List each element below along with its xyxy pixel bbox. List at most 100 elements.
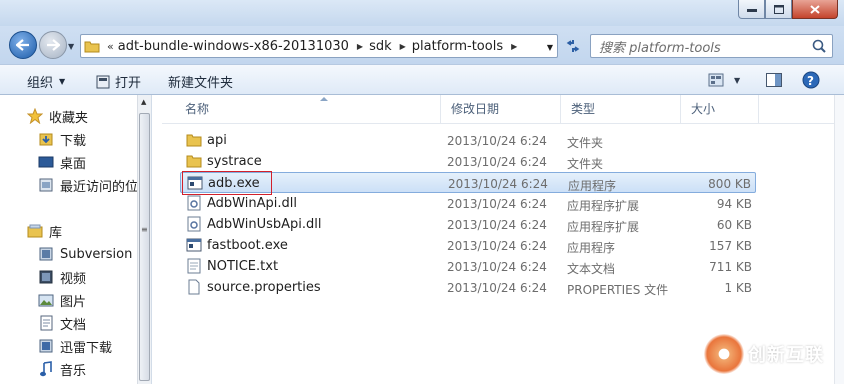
nav-item-pictures[interactable]: 图片 — [37, 289, 86, 311]
nav-item-documents[interactable]: 文档 — [37, 312, 86, 334]
downloads-folder-icon — [37, 130, 55, 148]
nav-item-desktop[interactable]: 桌面 — [37, 151, 86, 173]
nav-label: 音乐 — [60, 363, 87, 379]
address-bar[interactable]: « adt-bundle-windows-x86-20131030 ▶ sdk … — [80, 34, 558, 58]
search-placeholder: 搜索 platform-tools — [599, 40, 721, 56]
file-list-scrollbar[interactable] — [834, 95, 844, 384]
desktop-icon — [37, 153, 55, 171]
minimize-icon — [746, 9, 757, 12]
document-library-icon — [37, 314, 55, 332]
file-row-selected[interactable]: adb.exe 2013/10/24 6:24 应用程序 800 KB — [180, 171, 756, 195]
navigation-bar: ▼ « adt-bundle-windows-x86-20131030 ▶ sd… — [0, 26, 844, 64]
file-type: 应用程序扩展 — [567, 220, 640, 234]
nav-label: Subversion — [60, 246, 133, 262]
navigation-pane: 收藏夹 下载 桌面 最近访问的位置 库 Subversion 视频 图片 文档 … — [0, 95, 152, 384]
chevron-down-icon: ▼ — [59, 77, 66, 86]
nav-item-videos[interactable]: 视频 — [37, 266, 86, 288]
breadcrumb-overflow[interactable]: « — [103, 40, 118, 53]
nav-label: 桌面 — [60, 156, 87, 172]
scroll-up-icon[interactable]: ▲ — [141, 98, 146, 106]
minimize-button[interactable] — [738, 0, 765, 19]
folder-icon — [186, 153, 202, 169]
recent-pages-dropdown[interactable]: ▼ — [68, 42, 74, 51]
exe-icon — [187, 175, 203, 191]
file-date: 2013/10/24 6:24 — [447, 239, 547, 253]
file-row[interactable]: AdbWinUsbApi.dll 2013/10/24 6:24 应用程序扩展 … — [180, 214, 756, 235]
scrollbar-thumb[interactable] — [139, 113, 150, 381]
file-row[interactable]: NOTICE.txt 2013/10/24 6:24 文本文档 711 KB — [180, 256, 756, 277]
column-header-type[interactable]: 类型 — [561, 95, 681, 124]
file-name: AdbWinUsbApi.dll — [207, 217, 322, 232]
search-input[interactable]: 搜索 platform-tools — [590, 34, 833, 58]
back-arrow-icon — [16, 39, 29, 51]
organize-button[interactable]: 组织 ▼ — [27, 72, 65, 91]
nav-label: 迅雷下载 — [60, 340, 113, 356]
pane-splitter[interactable] — [152, 95, 162, 384]
help-icon: ? — [802, 71, 820, 89]
dll-icon — [186, 195, 202, 211]
new-folder-label: 新建文件夹 — [168, 76, 234, 91]
column-header-date[interactable]: 修改日期 — [441, 95, 561, 124]
back-button[interactable] — [9, 31, 37, 59]
forward-button[interactable] — [39, 31, 67, 59]
close-button[interactable] — [792, 0, 838, 19]
file-date: 2013/10/24 6:24 — [448, 177, 548, 191]
file-icon — [186, 279, 202, 295]
file-type: 文件夹 — [567, 136, 604, 150]
file-row[interactable]: systrace 2013/10/24 6:24 文件夹 — [180, 151, 756, 172]
new-folder-button[interactable]: 新建文件夹 — [168, 72, 233, 91]
nav-label: 文档 — [60, 317, 87, 333]
nav-item-xunlei[interactable]: 迅雷下载 — [37, 335, 112, 357]
file-name: NOTICE.txt — [207, 259, 279, 274]
help-button[interactable]: ? — [802, 71, 820, 92]
nav-item-recent[interactable]: 最近访问的位置 — [37, 174, 151, 196]
maximize-icon — [773, 4, 784, 14]
nav-item-music[interactable]: 音乐 — [37, 358, 86, 380]
refresh-button[interactable] — [562, 35, 584, 57]
breadcrumb-separator-icon[interactable]: ▶ — [503, 42, 523, 51]
file-date: 2013/10/24 6:24 — [447, 134, 547, 148]
file-date: 2013/10/24 6:24 — [447, 197, 547, 211]
preview-pane-button[interactable] — [765, 71, 783, 92]
svg-text:▼: ▼ — [734, 76, 741, 85]
breadcrumb-separator-icon[interactable]: ▶ — [392, 42, 412, 51]
breadcrumb-item[interactable]: platform-tools — [412, 39, 503, 54]
view-options-button[interactable]: ▼ — [705, 71, 741, 92]
nav-item-favorites[interactable]: 收藏夹 — [26, 105, 88, 127]
breadcrumb-item[interactable]: adt-bundle-windows-x86-20131030 — [118, 39, 349, 54]
download-library-icon — [37, 337, 55, 355]
nav-item-subversion[interactable]: Subversion — [37, 243, 132, 265]
file-row[interactable]: api 2013/10/24 6:24 文件夹 — [180, 130, 756, 151]
nav-item-libraries[interactable]: 库 — [26, 220, 62, 242]
maximize-button[interactable] — [765, 0, 792, 19]
file-name: source.properties — [207, 280, 321, 295]
nav-label: 下载 — [60, 133, 87, 149]
column-header-size[interactable]: 大小 — [681, 95, 759, 124]
file-size: 711 KB — [709, 260, 752, 274]
nav-label: 图片 — [60, 294, 87, 310]
column-headers: 名称 修改日期 类型 大小 — [162, 95, 844, 124]
navigation-scrollbar[interactable]: ▲ ≡ — [137, 95, 151, 384]
file-row[interactable]: AdbWinApi.dll 2013/10/24 6:24 应用程序扩展 94 … — [180, 193, 756, 214]
file-row[interactable]: source.properties 2013/10/24 6:24 PROPER… — [180, 277, 756, 298]
breadcrumb-item[interactable]: sdk — [369, 39, 392, 54]
address-dropdown-icon[interactable]: ▼ — [547, 43, 553, 52]
txt-icon — [186, 258, 202, 274]
breadcrumb-separator-icon[interactable]: ▶ — [349, 42, 369, 51]
search-icon[interactable] — [812, 39, 826, 53]
file-date: 2013/10/24 6:24 — [447, 281, 547, 295]
recent-places-icon — [37, 176, 55, 194]
scrollbar-grip-icon: ≡ — [141, 225, 148, 234]
breadcrumb: « adt-bundle-windows-x86-20131030 ▶ sdk … — [103, 35, 523, 57]
file-row[interactable]: fastboot.exe 2013/10/24 6:24 应用程序 157 KB — [180, 235, 756, 256]
file-size: 94 KB — [716, 197, 752, 211]
file-type: 应用程序扩展 — [567, 199, 640, 213]
file-name: AdbWinApi.dll — [207, 196, 297, 211]
open-button[interactable]: 打开 — [96, 72, 141, 91]
file-size: 60 KB — [716, 218, 752, 232]
nav-label: 收藏夹 — [49, 110, 89, 126]
file-type: 文本文档 — [567, 262, 616, 276]
column-header-name[interactable]: 名称 — [175, 95, 441, 124]
nav-item-downloads[interactable]: 下载 — [37, 128, 86, 150]
organize-label: 组织 — [27, 76, 54, 91]
